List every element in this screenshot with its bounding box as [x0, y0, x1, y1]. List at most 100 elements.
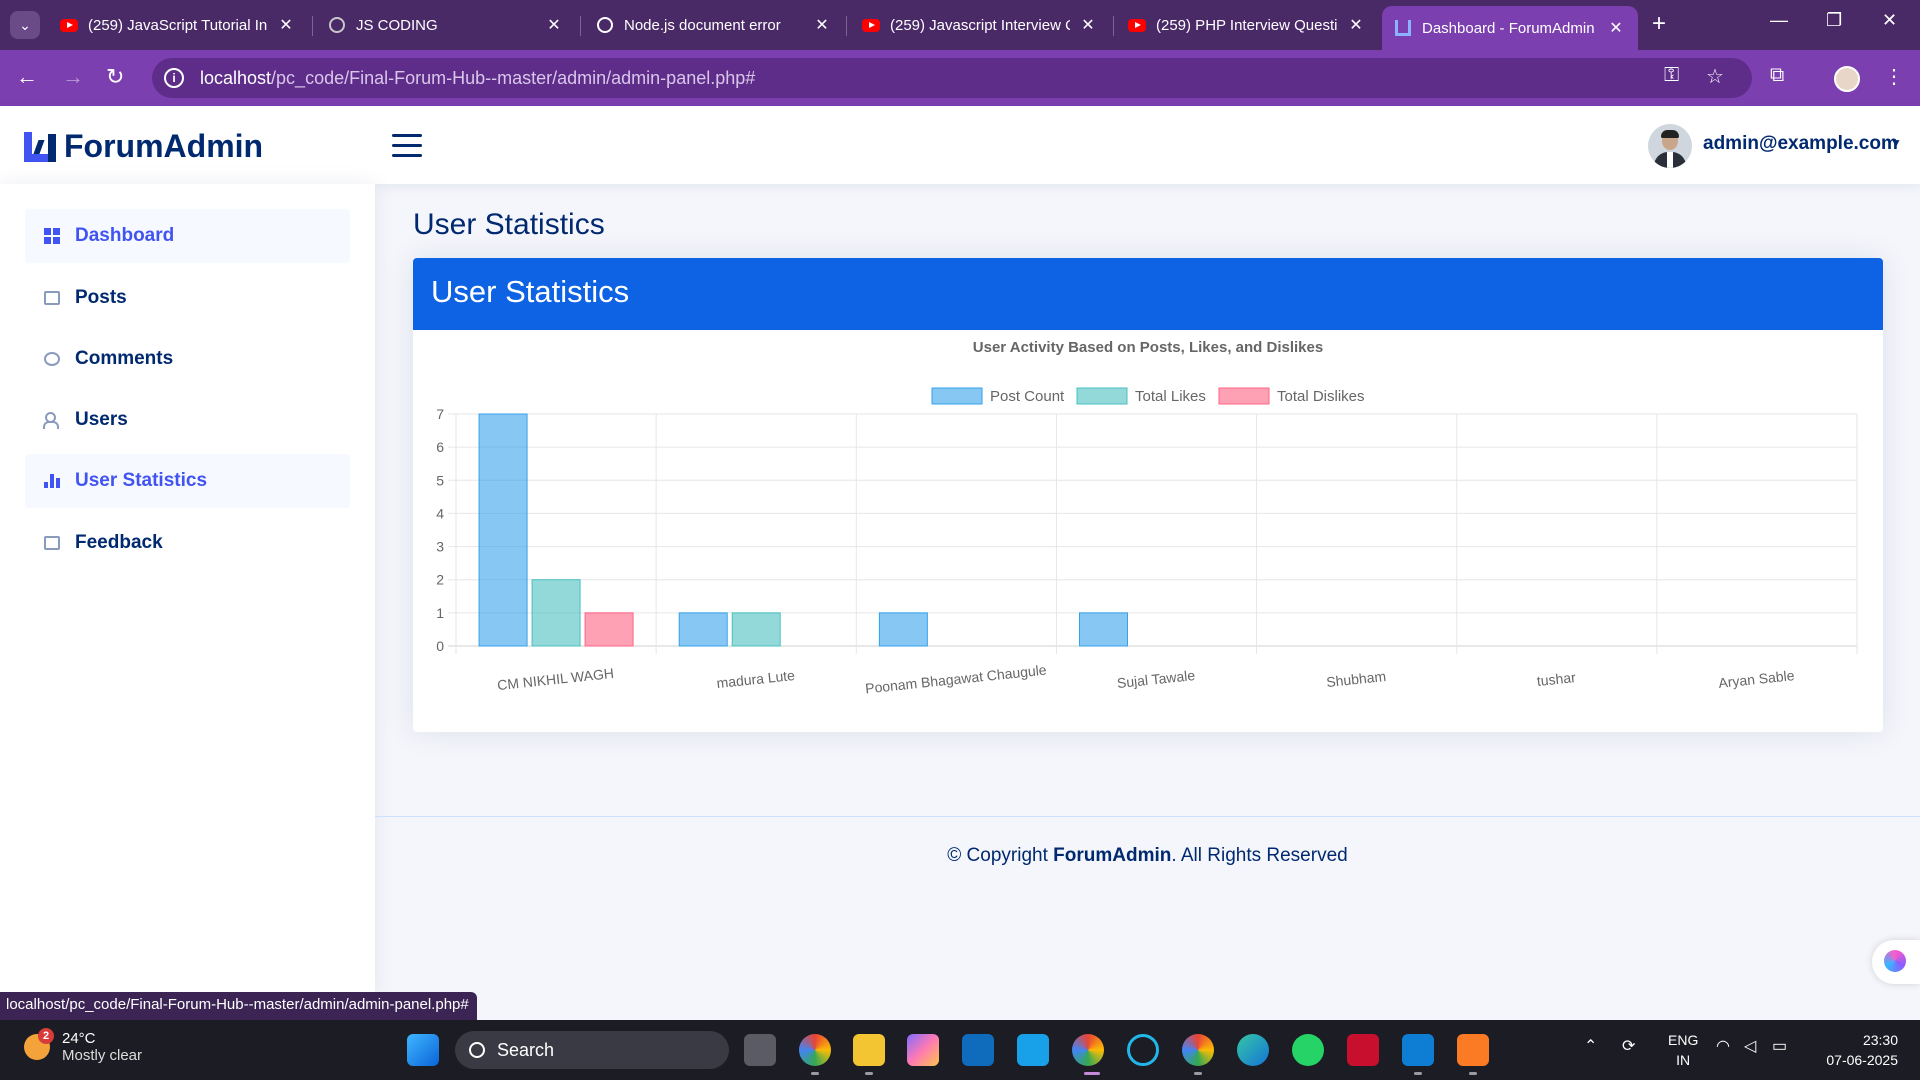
browser-tab[interactable]: (259) PHP Interview Questi ✕: [1116, 6, 1378, 44]
sidebar-item-user-statistics[interactable]: User Statistics: [25, 454, 350, 508]
card-header: User Statistics: [413, 258, 1883, 330]
volume-icon[interactable]: ◁: [1744, 1036, 1756, 1056]
close-tab-icon[interactable]: ✕: [276, 15, 296, 35]
sidebar-item-feedback[interactable]: Feedback: [25, 516, 350, 570]
chrome-icon[interactable]: [799, 1034, 831, 1066]
taskbar: 2 24°C Mostly clear Search ⌃ ⟳ ENG IN ◠ …: [0, 1020, 1920, 1080]
sidebar-item-dashboard[interactable]: Dashboard: [25, 209, 350, 263]
forward-arrow-icon[interactable]: →: [62, 64, 84, 90]
close-tab-icon[interactable]: ✕: [1606, 18, 1626, 38]
clock-time: 23:30: [1862, 1032, 1898, 1048]
chrome-profile-icon[interactable]: [1072, 1034, 1104, 1066]
avatar[interactable]: [1648, 124, 1692, 168]
close-window-icon[interactable]: ✕: [1882, 10, 1897, 31]
bookmark-star-icon[interactable]: ☆: [1706, 64, 1724, 89]
chrome-alt-icon[interactable]: [1182, 1034, 1214, 1066]
copilot-sidebar-icon[interactable]: [1872, 940, 1920, 984]
youtube-icon: [60, 16, 78, 34]
browser-profile-avatar[interactable]: [1834, 66, 1860, 92]
browser-tab[interactable]: Node.js document error ✕: [584, 6, 844, 44]
app-header: ForumAdmin admin@example.com ▼: [0, 106, 1920, 184]
file-explorer-icon[interactable]: [853, 1034, 885, 1066]
close-tab-icon[interactable]: ✕: [1346, 15, 1366, 35]
sidebar-item-users[interactable]: Users: [25, 393, 350, 447]
wifi-icon[interactable]: ◠: [1716, 1036, 1730, 1056]
taskbar-search[interactable]: Search: [455, 1031, 729, 1069]
y-tick-label: 1: [436, 605, 444, 621]
close-tab-icon[interactable]: ✕: [1078, 15, 1098, 35]
globe-icon: [328, 16, 346, 34]
x-tick-label: Aryan Sable: [1718, 667, 1796, 691]
xampp-icon[interactable]: [1457, 1034, 1489, 1066]
site-info-icon[interactable]: i: [164, 68, 184, 88]
browser-tab[interactable]: JS CODING ✕: [316, 6, 576, 44]
caret-down-icon[interactable]: ▼: [1890, 136, 1902, 150]
bar: [584, 612, 634, 647]
people-icon: [43, 411, 61, 429]
logo[interactable]: ForumAdmin: [24, 128, 263, 165]
language-indicator[interactable]: ENG IN: [1668, 1030, 1698, 1070]
task-view-icon[interactable]: [744, 1034, 776, 1066]
bar: [731, 612, 781, 647]
tab-title: (259) PHP Interview Questi: [1156, 16, 1338, 34]
bar: [531, 579, 581, 647]
lang-code: ENG: [1668, 1032, 1699, 1048]
battery-icon[interactable]: ▭: [1772, 1036, 1787, 1056]
microsoft-store-icon[interactable]: [962, 1034, 994, 1066]
search-label: Search: [497, 1039, 555, 1060]
user-email[interactable]: admin@example.com: [1703, 133, 1898, 155]
tab-title: Node.js document error: [624, 16, 781, 34]
restore-icon[interactable]: ❐: [1826, 10, 1842, 31]
app-l-icon[interactable]: [1017, 1034, 1049, 1066]
browser-tab[interactable]: (259) JavaScript Tutorial In ✕: [48, 6, 308, 44]
y-tick-label: 6: [436, 439, 444, 455]
footer-prefix: © Copyright: [947, 845, 1054, 866]
browser-menu-icon[interactable]: ⋮: [1884, 64, 1904, 89]
whatsapp-icon[interactable]: [1292, 1034, 1324, 1066]
password-key-icon[interactable]: ⚿: [1664, 64, 1679, 87]
weather-temp: 24°C: [62, 1030, 96, 1047]
hamburger-menu-icon[interactable]: [392, 134, 422, 158]
footer-divider: [375, 816, 1920, 817]
tab-search-button[interactable]: ⌄: [10, 11, 40, 39]
active-indicator: [1084, 1072, 1100, 1075]
tab-title: (259) Javascript Interview Q: [890, 16, 1070, 34]
chevron-up-icon[interactable]: ⌃: [1584, 1036, 1597, 1056]
windows-start-icon[interactable]: [407, 1034, 439, 1066]
bar: [678, 612, 728, 647]
browser-tab[interactable]: (259) Javascript Interview Q ✕: [850, 6, 1110, 44]
sync-icon[interactable]: ⟳: [1622, 1036, 1635, 1056]
edge-icon[interactable]: [1237, 1034, 1269, 1066]
weather-widget[interactable]: 2 24°C Mostly clear: [24, 1028, 142, 1064]
copilot-icon[interactable]: [907, 1034, 939, 1066]
browser-address-bar: ← → ↻ i localhost/pc_code/Final-Forum-Hu…: [0, 50, 1920, 106]
x-tick-label: Poonam Bhagawat Chaugule: [864, 662, 1047, 697]
chatgpt-icon: [596, 16, 614, 34]
close-tab-icon[interactable]: ✕: [544, 15, 564, 35]
chart-title: User Activity Based on Posts, Likes, and…: [973, 339, 1323, 356]
extensions-icon[interactable]: ⧉: [1770, 64, 1784, 87]
url-text: localhost/pc_code/Final-Forum-Hub--maste…: [200, 68, 755, 89]
youtube-icon: [862, 16, 880, 34]
bar-chart-icon: [43, 472, 61, 490]
clock[interactable]: 23:30 07-06-2025: [1818, 1030, 1898, 1070]
y-tick-label: 4: [436, 505, 444, 521]
legend-label: Post Count: [990, 388, 1065, 405]
browser-tab-active[interactable]: Dashboard - ForumAdmin ✕: [1382, 6, 1638, 50]
back-arrow-icon[interactable]: ←: [16, 64, 38, 90]
new-tab-button[interactable]: +: [1652, 10, 1666, 38]
x-tick-label: Sujal Tawale: [1116, 667, 1196, 691]
vscode-icon[interactable]: [1402, 1034, 1434, 1066]
minimize-icon[interactable]: —: [1770, 10, 1788, 31]
sidebar-item-posts[interactable]: Posts: [25, 271, 350, 325]
reload-icon[interactable]: ↻: [106, 64, 124, 90]
close-tab-icon[interactable]: ✕: [812, 15, 832, 35]
mcafee-icon[interactable]: [1347, 1034, 1379, 1066]
youtube-icon: [1128, 16, 1146, 34]
footer-brand: ForumAdmin: [1053, 845, 1172, 866]
sidebar-item-label: Dashboard: [75, 225, 175, 246]
url-field[interactable]: i localhost/pc_code/Final-Forum-Hub--mas…: [152, 58, 1752, 98]
cortana-icon[interactable]: [1127, 1034, 1159, 1066]
tab-separator: [312, 16, 313, 36]
sidebar-item-comments[interactable]: Comments: [25, 332, 350, 386]
